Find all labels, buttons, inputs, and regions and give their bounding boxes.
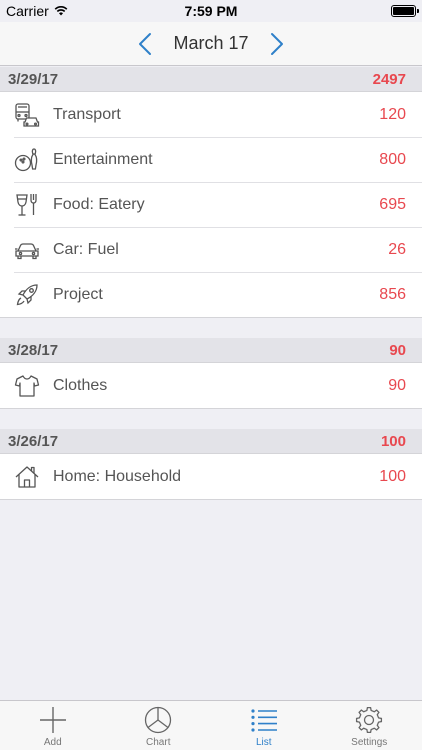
- plus-icon: [39, 707, 66, 733]
- nav-title: March 17: [173, 33, 249, 53]
- battery-icon: [391, 5, 419, 17]
- item-label: Project: [53, 285, 103, 303]
- rocket-icon: [14, 282, 40, 308]
- section-gap: [0, 409, 422, 429]
- house-icon: [14, 464, 40, 490]
- item-amount: 100: [379, 467, 406, 485]
- section-total: 100: [380, 432, 406, 450]
- item-label: Food: Eatery: [53, 195, 145, 213]
- chevron-left-icon: [139, 32, 152, 55]
- tab-label: Add: [43, 737, 62, 748]
- item-amount: 800: [379, 150, 406, 168]
- tab-settings[interactable]: Settings: [317, 701, 422, 750]
- tab-label: Chart: [146, 737, 171, 748]
- section-group: Clothes 90: [0, 363, 422, 409]
- item-amount: 856: [379, 285, 406, 303]
- prev-month-button[interactable]: [135, 30, 155, 58]
- pie-chart-icon: [145, 706, 172, 734]
- item-amount: 90: [388, 376, 406, 394]
- section-group: Transport 120 Entertainment 800 Food: Ea…: [0, 92, 422, 318]
- chevron-right-icon: [270, 32, 283, 55]
- list-item[interactable]: Clothes 90: [0, 363, 422, 408]
- item-label: Home: Household: [53, 467, 182, 485]
- list-item[interactable]: Food: Eatery 695: [0, 182, 422, 227]
- section-date: 3/29/17: [8, 70, 59, 88]
- list-item[interactable]: Project 856: [0, 272, 422, 317]
- section-total: 2497: [372, 70, 406, 88]
- list-item[interactable]: Home: Household 100: [0, 454, 422, 499]
- gear-icon: [356, 706, 383, 734]
- item-label: Transport: [53, 105, 121, 123]
- status-left: Carrier: [6, 3, 68, 19]
- item-label: Car: Fuel: [53, 240, 119, 258]
- nav-bar: March 17: [0, 22, 422, 66]
- tab-add[interactable]: Add: [0, 701, 106, 750]
- item-amount: 695: [379, 195, 406, 213]
- tab-label: Settings: [351, 737, 388, 748]
- list-item[interactable]: Car: Fuel 26: [0, 227, 422, 272]
- wifi-icon: [54, 3, 68, 19]
- list-icon: [251, 709, 277, 732]
- section-gap: [0, 318, 422, 338]
- section-header: 3/26/17 100: [0, 429, 422, 454]
- glass-fork-icon: [14, 192, 40, 218]
- car-icon: [14, 237, 40, 263]
- tab-label: List: [255, 737, 272, 748]
- expense-list: 3/29/17 2497 Transport 120 Entertainment…: [0, 67, 422, 500]
- section-header: 3/29/17 2497: [0, 67, 422, 92]
- section-date: 3/28/17: [8, 341, 59, 359]
- section-date: 3/26/17: [8, 432, 59, 450]
- tab-chart[interactable]: Chart: [106, 701, 212, 750]
- item-amount: 120: [379, 105, 406, 123]
- tab-bar: Add Chart List Settings: [0, 700, 422, 750]
- shirt-icon: [14, 373, 40, 399]
- next-month-button[interactable]: [267, 30, 287, 58]
- carrier-label: Carrier: [6, 3, 49, 19]
- list-item[interactable]: Entertainment 800: [0, 137, 422, 182]
- bus-car-icon: [14, 102, 40, 128]
- bowling-icon: [14, 147, 40, 173]
- section-group: Home: Household 100: [0, 454, 422, 500]
- tab-list[interactable]: List: [211, 701, 317, 750]
- item-amount: 26: [388, 240, 406, 258]
- status-bar: Carrier 7:59 PM: [0, 0, 422, 22]
- item-label: Clothes: [53, 376, 108, 394]
- item-label: Entertainment: [53, 150, 153, 168]
- list-item[interactable]: Transport 120: [0, 92, 422, 137]
- section-total: 90: [389, 341, 406, 359]
- section-header: 3/28/17 90: [0, 338, 422, 363]
